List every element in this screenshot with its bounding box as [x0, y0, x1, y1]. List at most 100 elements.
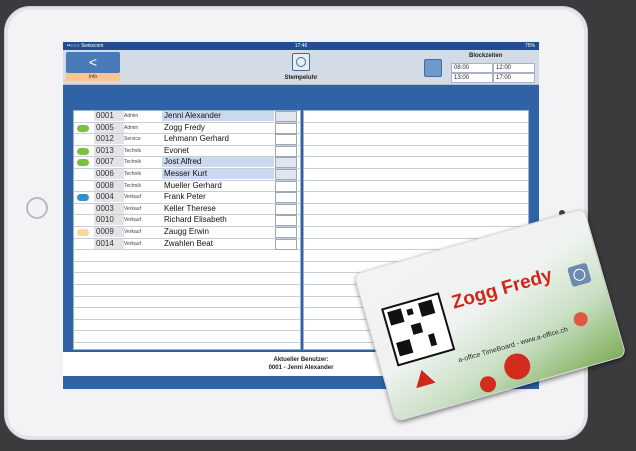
status-dot-icon [77, 228, 89, 236]
clock-icon [567, 262, 592, 288]
blockzeiten-title: Blockzeiten [469, 53, 503, 59]
block-time-field[interactable]: 12:00 [493, 63, 535, 73]
status-bar: ••○○○ Swisscom 17:46 75% [63, 42, 539, 50]
employee-department: Admin [124, 124, 139, 131]
status-time: 17:46 [294, 43, 308, 49]
block-time-field[interactable]: 08:00 [451, 63, 493, 73]
employee-department: Admin [124, 113, 139, 119]
stempeluhr-label: Stempeluhr [284, 75, 318, 81]
status-dot-icon [77, 159, 89, 167]
employee-number: 0010 [94, 215, 124, 226]
employee-row[interactable]: 0001 Admin Jenni Alexander [74, 111, 300, 123]
empty-row [304, 169, 528, 181]
employee-number: 0013 [94, 145, 124, 156]
employee-action-box[interactable] [275, 111, 297, 122]
status-dot-icon [77, 194, 89, 202]
employee-action-box[interactable] [275, 192, 297, 204]
employee-name: Evonet [164, 145, 189, 155]
employee-department: Technik [124, 170, 141, 177]
printer-icon[interactable] [424, 59, 442, 77]
employee-action-box[interactable] [275, 226, 297, 238]
empty-row [304, 134, 528, 146]
employee-row[interactable]: 0014 Verkauf Zwahlen Beat [74, 238, 300, 251]
empty-row [304, 204, 528, 216]
block-time-field[interactable]: 13:00 [451, 73, 493, 83]
empty-row [74, 297, 300, 309]
employee-name: Frank Peter [164, 192, 206, 202]
employee-name: Zwahlen Beat [164, 238, 213, 248]
employee-number: 0005 [94, 122, 124, 133]
employee-action-box[interactable] [275, 168, 297, 180]
qr-code-icon [381, 292, 456, 367]
home-button[interactable] [26, 197, 48, 219]
poppy-image [572, 310, 590, 328]
employee-number: 0001 [94, 111, 124, 121]
back-button[interactable]: < [66, 52, 120, 73]
employee-row[interactable]: 0012 Service Lehmann Gerhard [74, 134, 300, 146]
employee-name: Mueller Gerhard [164, 180, 222, 190]
employee-row[interactable]: 0007 Technik Jost Alfred [74, 157, 300, 169]
employee-number: 0014 [94, 238, 124, 249]
employee-department: Verkauf [124, 228, 141, 235]
toolbar: < Info Stempeluhr Blockzeiten 08:00 12:0… [63, 50, 539, 85]
employee-row[interactable]: 0008 Technik Mueller Gerhard [74, 180, 300, 193]
employee-row[interactable]: 0013 Technik Evonet [74, 145, 300, 158]
employee-name: Lehmann Gerhard [164, 134, 229, 144]
stempeluhr-button[interactable]: Stempeluhr [281, 51, 321, 83]
block-time-field[interactable]: 17:00 [493, 73, 535, 83]
employee-action-box[interactable] [275, 157, 297, 169]
battery-label: 75% [524, 43, 535, 49]
status-dot-icon [77, 147, 89, 155]
employee-department: Verkauf [124, 194, 141, 201]
empty-row [74, 262, 300, 274]
employee-number: 0004 [94, 192, 124, 203]
info-button[interactable]: Info [66, 73, 120, 81]
employee-department: Service [124, 136, 141, 143]
employee-row[interactable]: 0006 Technik Messer Kurt [74, 168, 300, 181]
employee-action-box[interactable] [275, 122, 297, 134]
empty-row [74, 285, 300, 297]
employee-department: Technik [124, 147, 141, 154]
employee-number: 0007 [94, 157, 124, 168]
employee-number: 0008 [94, 180, 124, 191]
employee-action-box[interactable] [275, 215, 297, 227]
employee-action-box[interactable] [275, 180, 297, 192]
employee-row[interactable]: 0009 Verkauf Zaugg Erwin [74, 226, 300, 239]
employee-name: Richard Elisabeth [164, 215, 227, 225]
empty-row [304, 215, 528, 227]
empty-row [74, 331, 300, 343]
employee-name: Zaugg Erwin [164, 226, 209, 236]
employee-department: Technik [124, 182, 141, 189]
empty-row [304, 123, 528, 135]
poppy-image [478, 374, 498, 395]
status-dot-icon [77, 124, 89, 132]
empty-row [74, 250, 300, 262]
empty-row [304, 157, 528, 169]
clock-icon [292, 53, 310, 71]
employee-action-box[interactable] [275, 238, 297, 250]
empty-row [74, 320, 300, 332]
employee-row[interactable]: 0005 Admin Zogg Fredy [74, 122, 300, 135]
employee-row[interactable]: 0004 Verkauf Frank Peter [74, 192, 300, 204]
employee-name: Zogg Fredy [164, 122, 205, 132]
poppy-image [501, 350, 534, 383]
employee-action-box[interactable] [275, 134, 297, 146]
employee-name: Jenni Alexander [162, 111, 274, 121]
employee-action-box[interactable] [275, 145, 297, 157]
employee-row[interactable]: 0010 Verkauf Richard Elisabeth [74, 215, 300, 227]
employee-action-box[interactable] [275, 203, 297, 215]
card-name: Zogg Fredy [449, 264, 555, 314]
employee-department: Verkauf [124, 205, 141, 212]
employee-number: 0012 [94, 134, 124, 145]
employee-name: Jost Alfred [162, 157, 274, 168]
employee-department: Technik [124, 159, 141, 166]
empty-row [74, 308, 300, 320]
employee-department: Verkauf [124, 217, 141, 224]
employee-list: 0001 Admin Jenni Alexander 0005 Admin Zogg Fr… [73, 110, 301, 350]
empty-row [304, 146, 528, 158]
employee-number: 0003 [94, 203, 124, 214]
employee-row[interactable]: 0003 Verkauf Keller Therese [74, 203, 300, 216]
employee-number: 0009 [94, 226, 124, 237]
a-office-logo-icon [411, 367, 436, 389]
empty-row [74, 343, 300, 349]
